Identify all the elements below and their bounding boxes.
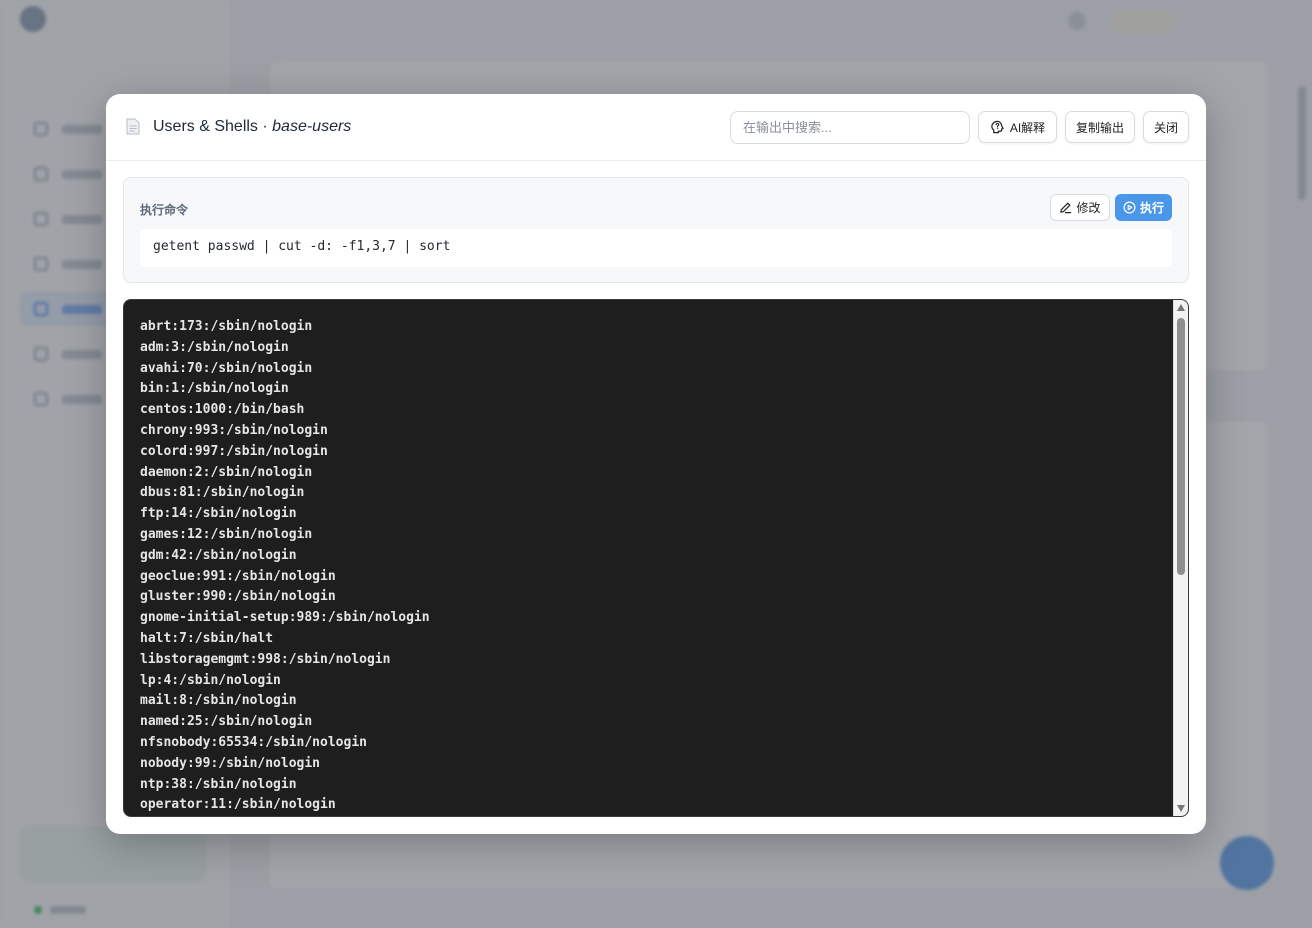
run-command-button[interactable]: 执行 xyxy=(1115,194,1172,221)
output-line: gluster:990:/sbin/nologin xyxy=(140,589,336,605)
output-line: colord:997:/sbin/nologin xyxy=(140,443,328,459)
command-text[interactable]: getent passwd | cut -d: -f1,3,7 | sort xyxy=(140,229,1172,267)
scroll-thumb[interactable] xyxy=(1177,318,1185,575)
file-icon xyxy=(126,118,140,135)
output-line: halt:7:/sbin/halt xyxy=(140,630,274,646)
edit-command-button[interactable]: 修改 xyxy=(1050,194,1110,221)
modal-title: Users & Shells · base-users xyxy=(153,118,351,136)
copy-output-button[interactable]: 复制输出 xyxy=(1065,111,1135,143)
output-line: mail:8:/sbin/nologin xyxy=(140,693,297,709)
output-line: nfsnobody:65534:/sbin/nologin xyxy=(140,734,367,750)
ai-explain-button[interactable]: AI解释 xyxy=(978,111,1057,143)
close-label: 关闭 xyxy=(1153,120,1178,135)
output-lines: abrt:173:/sbin/nologin adm:3:/sbin/nologi… xyxy=(140,317,430,816)
output-line: ntp:38:/sbin/nologin xyxy=(140,776,297,792)
scroll-up-arrow[interactable] xyxy=(1177,304,1185,311)
output-scrollbar[interactable] xyxy=(1173,300,1188,816)
output-line: ftp:14:/sbin/nologin xyxy=(140,506,297,522)
command-panel: 执行命令 修改 执行 getent passwd | cut -d: -f1,3… xyxy=(123,177,1189,283)
modal-title-sub: base-users xyxy=(272,118,352,135)
ai-explain-label: AI解释 xyxy=(1009,120,1046,135)
output-line: daemon:2:/sbin/nologin xyxy=(140,464,313,480)
output-line: chrony:993:/sbin/nologin xyxy=(140,422,328,438)
copy-output-label: 复制输出 xyxy=(1075,120,1124,135)
pencil-icon xyxy=(1060,202,1072,214)
close-button[interactable]: 关闭 xyxy=(1143,111,1189,143)
output-line: games:12:/sbin/nologin xyxy=(140,526,313,542)
output-line: adm:3:/sbin/nologin xyxy=(140,339,289,355)
output-line: named:25:/sbin/nologin xyxy=(140,714,313,730)
output-line: operator:11:/sbin/nologin xyxy=(140,797,336,813)
output-line: dbus:81:/sbin/nologin xyxy=(140,485,305,501)
output-line: abrt:173:/sbin/nologin xyxy=(140,319,313,334)
modal-title-main: Users & Shells · xyxy=(153,118,273,135)
output-terminal[interactable]: abrt:173:/sbin/nologin adm:3:/sbin/nologi… xyxy=(123,299,1189,817)
run-command-label: 执行 xyxy=(1139,201,1164,215)
scroll-down-arrow[interactable] xyxy=(1177,805,1185,812)
output-line: bin:1:/sbin/nologin xyxy=(140,381,289,397)
output-line: gdm:42:/sbin/nologin xyxy=(140,547,297,563)
output-line: centos:1000:/bin/bash xyxy=(140,402,305,418)
search-input[interactable] xyxy=(730,111,970,144)
output-line: nobody:99:/sbin/nologin xyxy=(140,755,321,771)
output-line: libstoragemgmt:998:/sbin/nologin xyxy=(140,651,391,667)
modal-header: Users & Shells · base-users AI解释 复制输出 关闭 xyxy=(106,94,1206,161)
output-line: avahi:70:/sbin/nologin xyxy=(140,360,313,376)
play-circle-icon xyxy=(1123,201,1136,214)
brain-icon xyxy=(991,120,1004,133)
command-label: 执行命令 xyxy=(140,203,189,217)
output-modal: Users & Shells · base-users AI解释 复制输出 关闭… xyxy=(106,94,1206,834)
output-line: lp:4:/sbin/nologin xyxy=(140,672,281,688)
output-line: gnome-initial-setup:989:/sbin/nologin xyxy=(140,610,430,626)
edit-command-label: 修改 xyxy=(1076,201,1101,215)
output-line: geoclue:991:/sbin/nologin xyxy=(140,568,336,584)
